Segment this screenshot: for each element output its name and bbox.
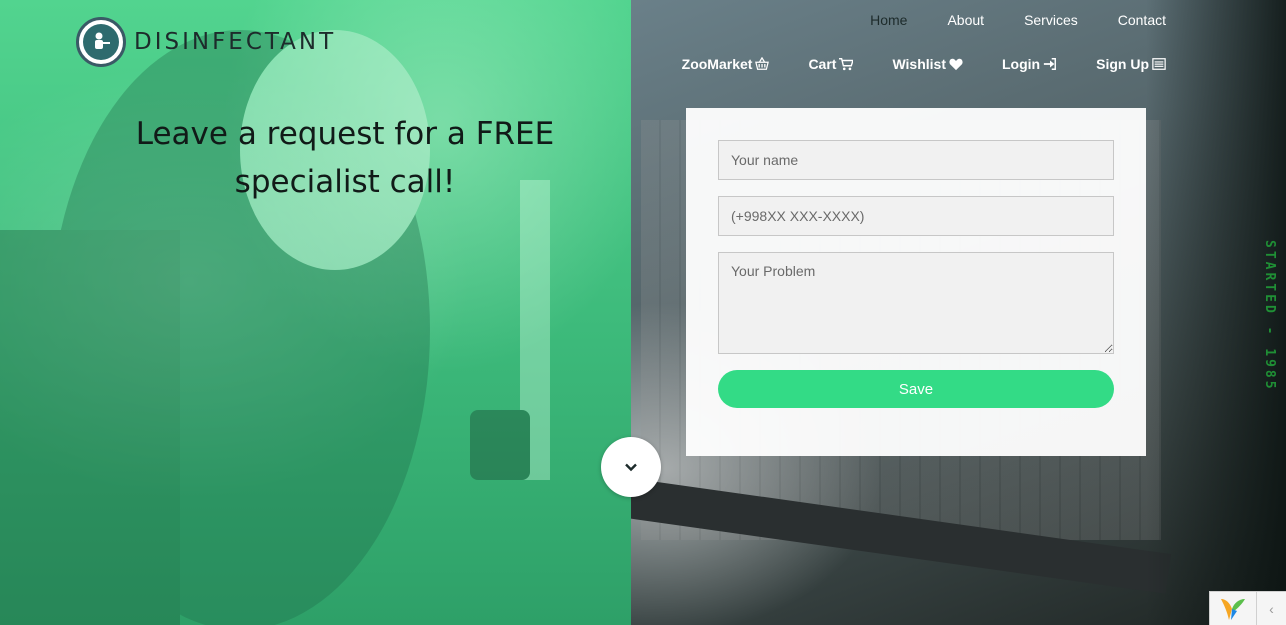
nav-about[interactable]: About: [947, 12, 984, 28]
debug-toolbar[interactable]: ‹: [1209, 591, 1286, 625]
nav-wishlist-label: Wishlist: [892, 56, 946, 72]
cart-icon: [839, 58, 854, 71]
nav-wishlist[interactable]: Wishlist: [892, 56, 963, 72]
save-button[interactable]: Save: [718, 370, 1114, 408]
problem-textarea[interactable]: [718, 252, 1114, 354]
founded-year-text: STARTED - 1985: [1262, 240, 1277, 392]
nav-signup-label: Sign Up: [1096, 56, 1149, 72]
brand-name: DISINFECTANT: [134, 29, 337, 55]
request-form: Save: [686, 108, 1146, 456]
chevron-left-icon[interactable]: ‹: [1257, 601, 1286, 617]
nav-zoomarket[interactable]: ZooMarket: [682, 56, 770, 72]
shop-nav: ZooMarket Cart Wishlist Login Sign Up: [682, 56, 1166, 72]
scroll-down-button[interactable]: [601, 437, 661, 497]
nav-login[interactable]: Login: [1002, 56, 1057, 72]
nav-contact[interactable]: Contact: [1118, 12, 1166, 28]
disinfector-person-icon: [76, 17, 126, 67]
disinfector-photo-shapes: [0, 30, 550, 625]
nav-login-label: Login: [1002, 56, 1041, 72]
chevron-down-icon: [625, 463, 637, 472]
name-input[interactable]: [718, 140, 1114, 180]
phone-input[interactable]: [718, 196, 1114, 236]
hero-headline: Leave a request for a FREE specialist ca…: [135, 116, 555, 200]
nav-zoomarket-label: ZooMarket: [681, 56, 753, 72]
basket-icon: [755, 57, 770, 70]
hero-left-background: [0, 0, 631, 625]
nav-home[interactable]: Home: [870, 12, 907, 28]
nav-cart-label: Cart: [808, 56, 837, 72]
nav-signup[interactable]: Sign Up: [1096, 56, 1166, 72]
heart-icon: [949, 58, 963, 71]
yii-logo-icon[interactable]: [1210, 592, 1256, 625]
sign-in-icon: [1043, 58, 1057, 70]
list-icon: [1152, 58, 1166, 70]
nav-services[interactable]: Services: [1024, 12, 1078, 28]
brand-logo[interactable]: DISINFECTANT: [76, 17, 336, 67]
nav-cart[interactable]: Cart: [808, 56, 854, 72]
main-nav: Home About Services Contact: [870, 12, 1166, 28]
